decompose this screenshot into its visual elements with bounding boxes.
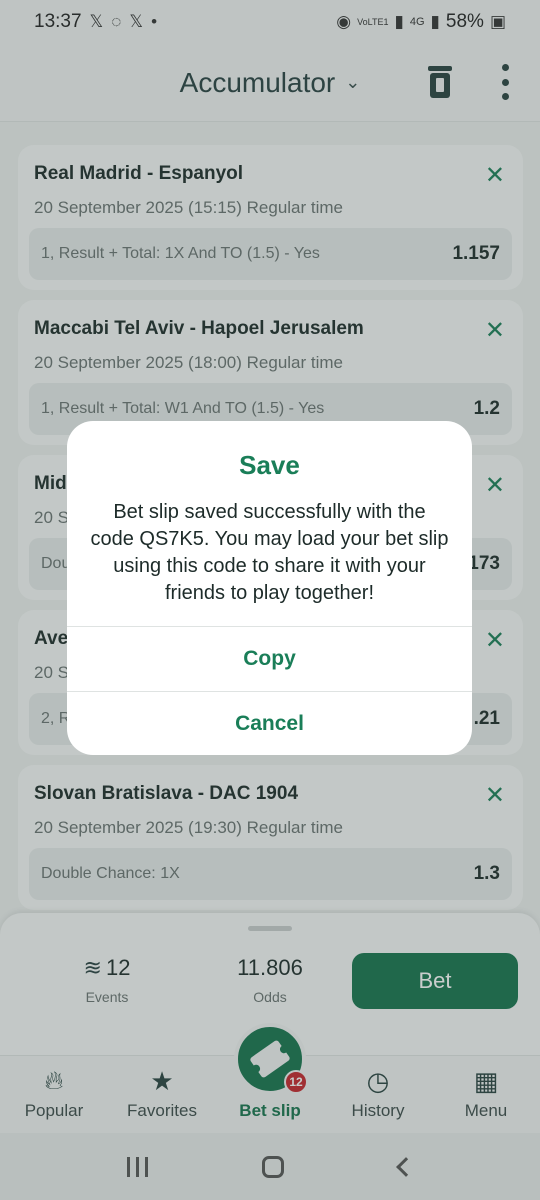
save-dialog: Save Bet slip saved successfully with th… <box>67 421 472 755</box>
cancel-button[interactable]: Cancel <box>67 691 472 755</box>
copy-button[interactable]: Copy <box>67 626 472 690</box>
dialog-title: Save <box>239 450 300 480</box>
dialog-message: Bet slip saved successfully with the cod… <box>90 501 449 604</box>
